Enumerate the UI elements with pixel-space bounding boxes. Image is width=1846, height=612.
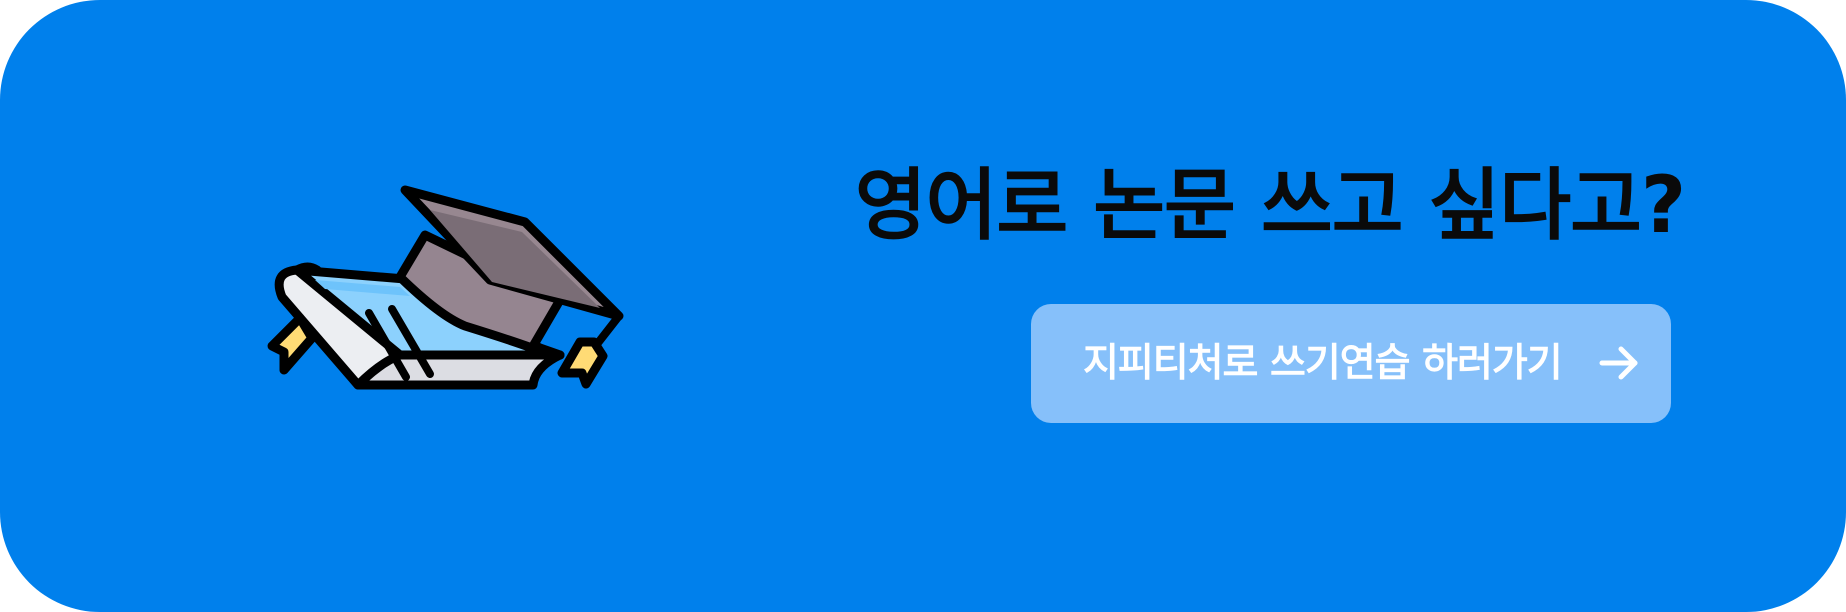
arrow-right-icon xyxy=(1599,346,1638,380)
headline: 영어로 논문 쓰고 싶다고? xyxy=(854,161,1686,251)
graduation-cap-book-icon xyxy=(267,185,624,390)
promo-banner[interactable]: 영어로 논문 쓰고 싶다고? 지피티처로 쓰기연습 하러가기 xyxy=(0,0,1846,612)
practice-writing-button-label: 지피티처로 쓰기연습 하러가기 xyxy=(1083,341,1563,386)
practice-writing-button[interactable]: 지피티처로 쓰기연습 하러가기 xyxy=(1031,304,1671,423)
